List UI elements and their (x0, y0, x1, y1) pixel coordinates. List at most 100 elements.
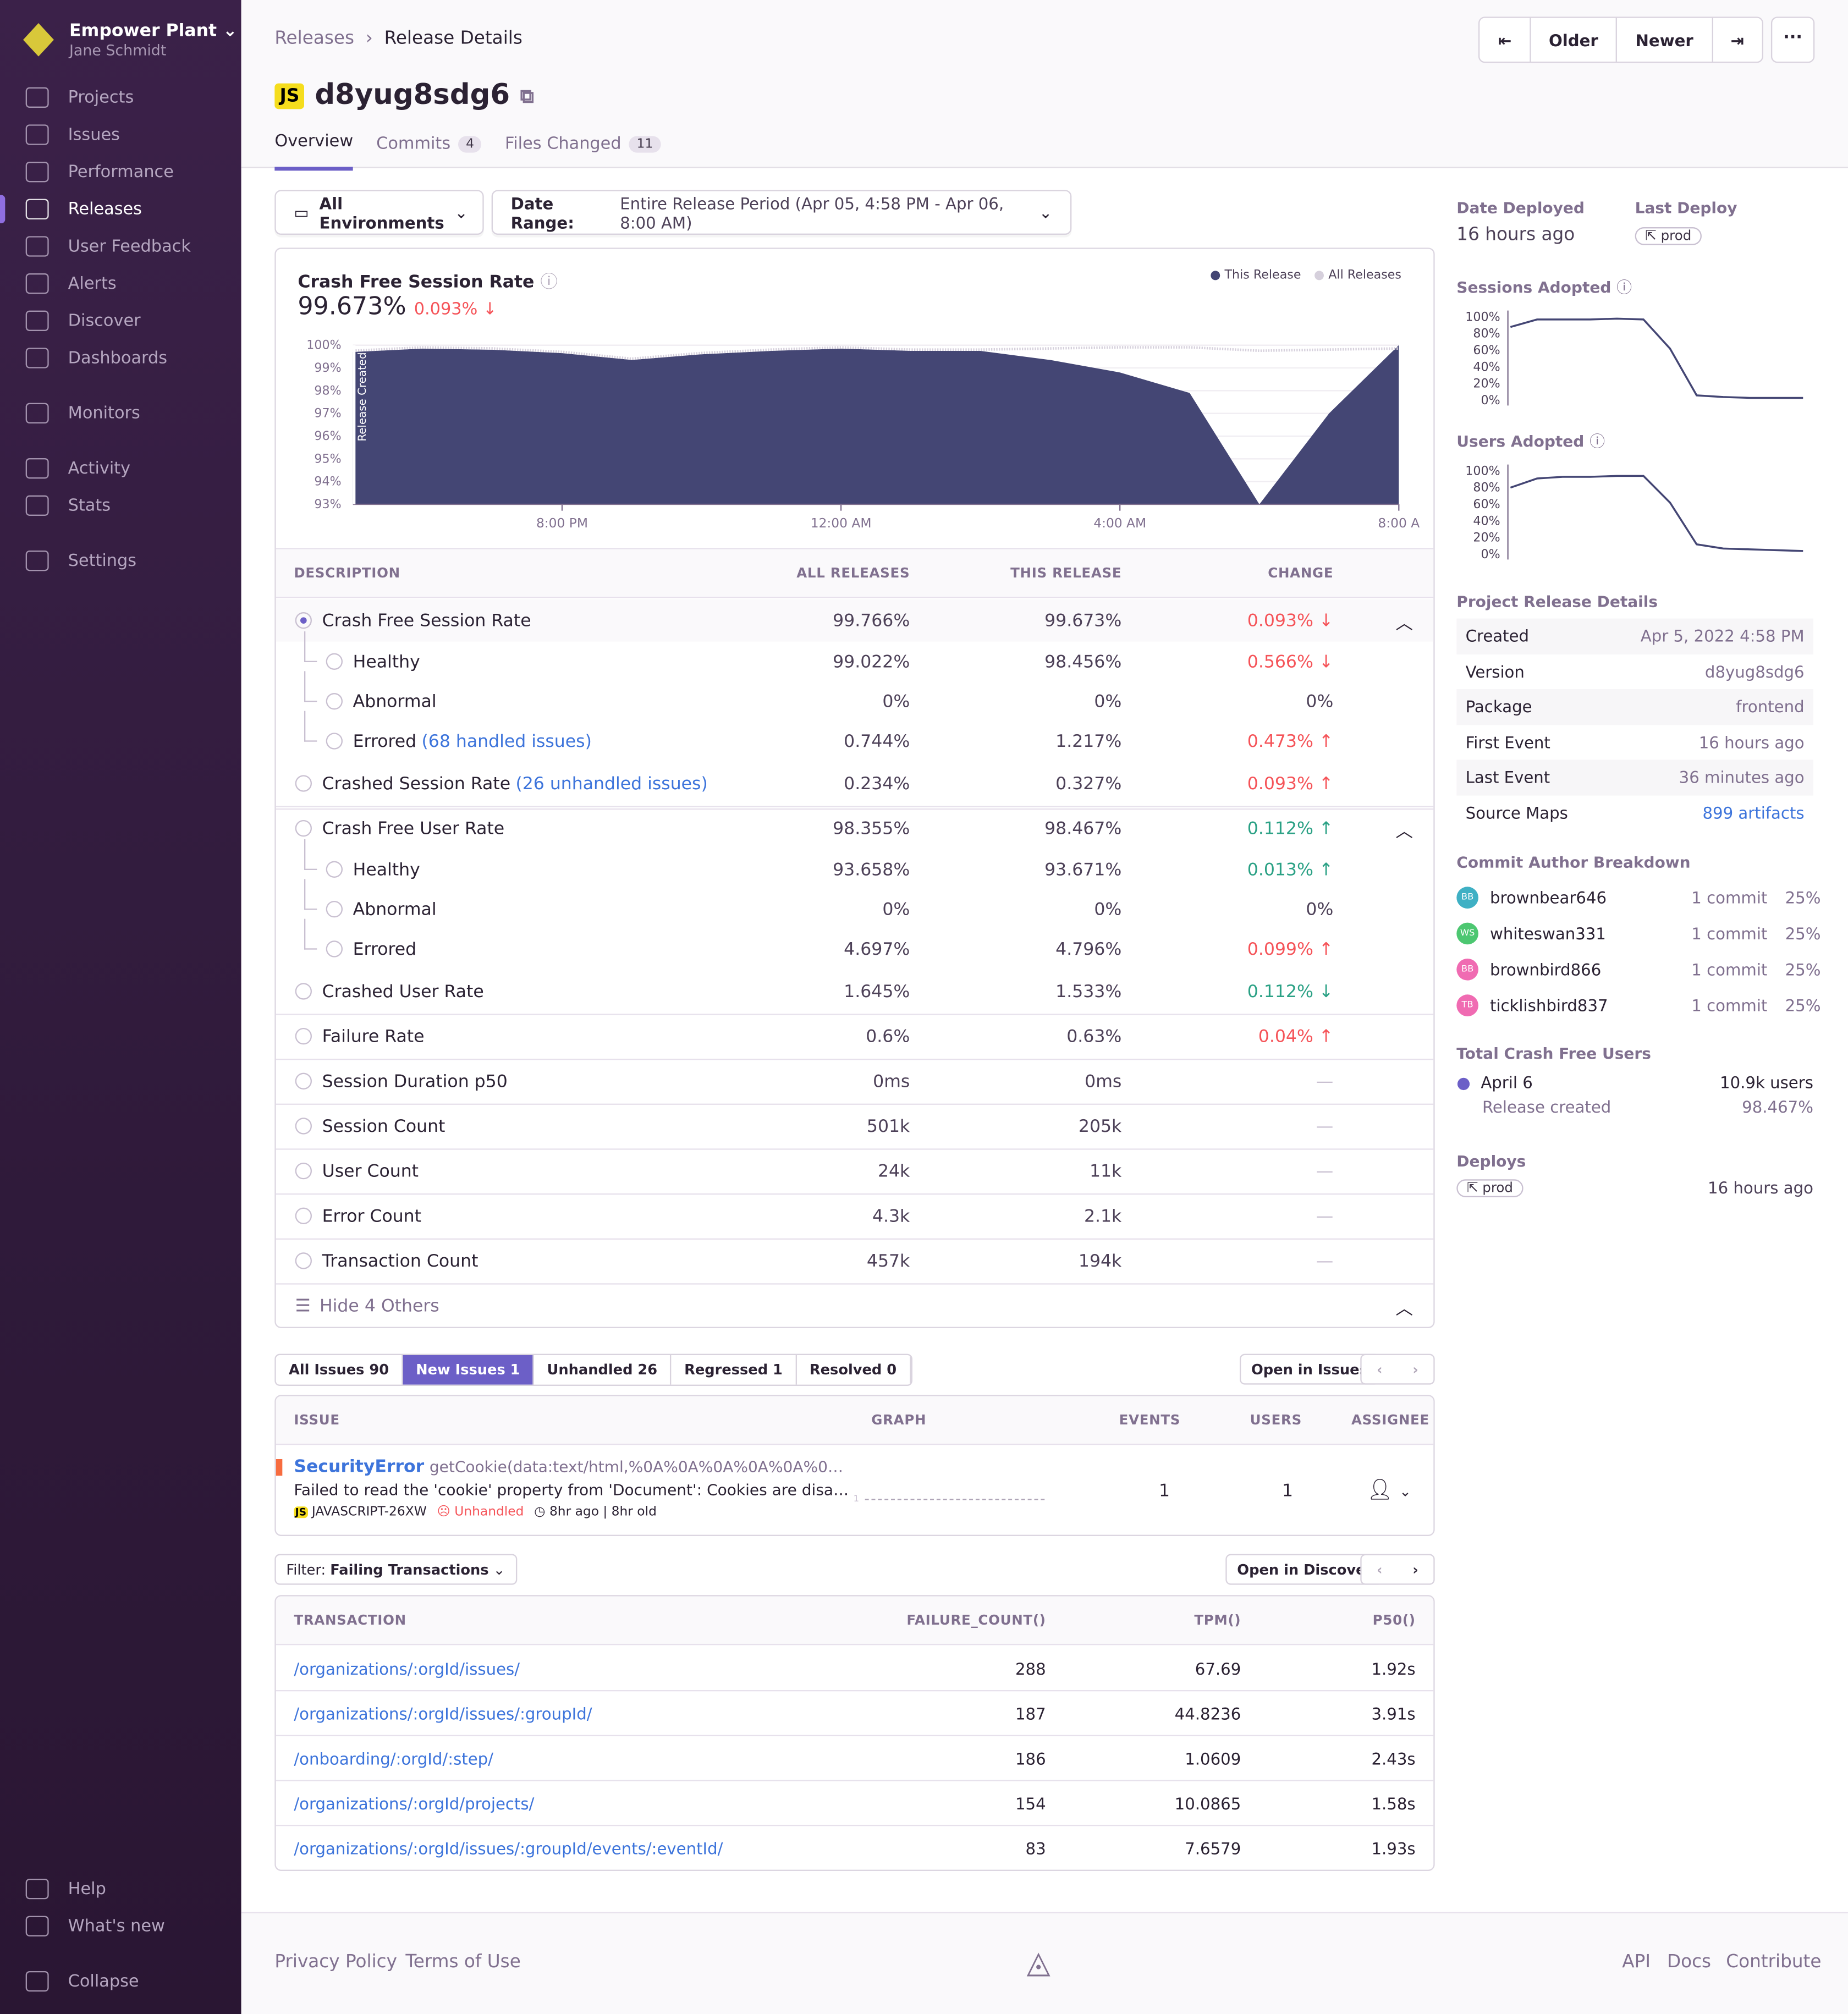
terms-link[interactable]: Terms of Use (405, 1952, 520, 1972)
last-deploy-env[interactable]: ⇱ prod (1635, 227, 1702, 245)
transaction-filter[interactable]: Filter: Failing Transactions ⌄ (274, 1554, 517, 1585)
sidebar-item-help[interactable]: Help (0, 1871, 241, 1907)
last-release-button[interactable]: ⇥ (1713, 18, 1762, 62)
sidebar-item-settings[interactable]: Settings (0, 543, 241, 579)
sidebar-item-collapse[interactable]: Collapse (0, 1963, 241, 1999)
detail-value[interactable]: 899 artifacts (1702, 803, 1804, 822)
org-switcher[interactable]: Empower Plant ⌄ Jane Schmidt (23, 20, 238, 59)
legend-this-release[interactable]: ● This Release (1210, 268, 1301, 283)
issue-tab-4[interactable]: Resolved 0 (797, 1355, 911, 1385)
transaction-link[interactable]: /onboarding/:orgId/:step/ (294, 1749, 493, 1768)
issue-tab-1[interactable]: New Issues 1 (403, 1355, 535, 1385)
issue-row[interactable]: SecurityError getCookie(data:text/html,%… (276, 1446, 1434, 1535)
sidebar-item-activity[interactable]: Activity (0, 450, 241, 486)
tab-commits[interactable]: Commits 4 (376, 132, 482, 170)
transactions-pagination[interactable]: ‹ › (1360, 1554, 1435, 1585)
metric-radio[interactable] (295, 1252, 312, 1269)
contribute-link[interactable]: Contribute (1726, 1952, 1821, 1972)
metric-row[interactable]: Abnormal 0% 0% 0% (276, 670, 1434, 721)
transaction-link[interactable]: /organizations/:orgId/issues/:groupId/ev… (294, 1839, 723, 1858)
older-button[interactable]: Older (1531, 18, 1618, 62)
prev-icon[interactable]: ‹ (1377, 1561, 1383, 1577)
issues-pagination[interactable]: ‹ › (1360, 1353, 1435, 1385)
transaction-link[interactable]: /organizations/:orgId/projects/ (294, 1794, 534, 1813)
transaction-link[interactable]: /organizations/:orgId/issues/:groupId/ (294, 1704, 592, 1724)
metric-radio[interactable] (295, 612, 312, 629)
sidebar-item-dashboards[interactable]: Dashboards (0, 340, 241, 376)
metric-radio[interactable] (326, 692, 343, 710)
metric-row[interactable]: Healthy 99.022% 98.456% 0.566% ↓ (276, 630, 1434, 681)
transaction-link[interactable]: /organizations/:orgId/issues/ (294, 1659, 520, 1679)
help-icon[interactable]: ⓘ (1590, 432, 1605, 450)
sidebar-item-monitors[interactable]: Monitors (0, 395, 241, 431)
metric-row[interactable]: Errored (68 handled issues) 0.744% 1.217% 0.… (276, 710, 1434, 761)
newer-button[interactable]: Newer (1618, 18, 1713, 62)
metric-row[interactable]: Healthy 93.658% 93.671% 0.013% ↑ (276, 838, 1434, 889)
metric-radio[interactable] (295, 1162, 312, 1180)
environment-selector[interactable]: ▭ All Environments ⌄ (274, 190, 484, 235)
issue-title[interactable]: SecurityError (294, 1456, 424, 1477)
metric-row[interactable]: Crashed Session Rate (26 unhandled issues… (276, 763, 1434, 803)
help-icon[interactable]: ⓘ (1616, 278, 1632, 296)
next-icon[interactable]: › (1412, 1561, 1418, 1577)
tab-overview[interactable]: Overview (274, 132, 354, 171)
metric-row[interactable]: Crash Free Session Rate 99.766% 99.673% 0.0… (276, 599, 1434, 642)
api-link[interactable]: API (1622, 1952, 1651, 1972)
sidebar-item-stats[interactable]: Stats (0, 488, 241, 524)
issue-tab-2[interactable]: Unhandled 26 (534, 1355, 672, 1385)
metric-row[interactable]: Transaction Count 457k 194k — (276, 1241, 1434, 1280)
metric-radio[interactable] (326, 861, 343, 878)
metric-radio[interactable] (295, 1207, 312, 1224)
deploy-env[interactable]: ⇱ prod (1456, 1179, 1524, 1197)
first-release-button[interactable]: ⇤ (1480, 18, 1531, 62)
sidebar-item-projects[interactable]: Projects (0, 80, 241, 115)
metric-row[interactable]: Crashed User Rate 1.645% 1.533% 0.112% ↓ (276, 971, 1434, 1011)
metric-issues-link[interactable]: (68 handled issues) (421, 731, 591, 751)
sidebar-item-issues[interactable]: Issues (0, 117, 241, 152)
prev-icon[interactable]: ‹ (1377, 1361, 1383, 1377)
metric-radio[interactable] (326, 733, 343, 750)
metric-row[interactable]: Failure Rate 0.6% 0.63% 0.04% ↑ (276, 1016, 1434, 1056)
metric-radio[interactable] (326, 900, 343, 918)
tab-files-changed[interactable]: Files Changed 11 (505, 132, 661, 170)
metric-row[interactable]: Session Duration p50 0ms 0ms — (276, 1061, 1434, 1101)
metric-radio[interactable] (295, 1027, 312, 1045)
assignee-selector[interactable]: 👤︎ ⌄ (1367, 1477, 1411, 1501)
privacy-policy-link[interactable]: Privacy Policy (274, 1952, 397, 1972)
copy-icon[interactable]: ⧉ (520, 84, 534, 107)
metric-radio[interactable] (295, 983, 312, 1000)
sidebar-item-discover[interactable]: Discover (0, 303, 241, 339)
help-icon[interactable]: ⓘ (540, 272, 557, 293)
sidebar-item-alerts[interactable]: Alerts (0, 266, 241, 301)
chevron-up-icon[interactable]: ︿ (1395, 816, 1412, 841)
last-deploy-label: Last Deploy (1635, 199, 1737, 217)
sidebar-item-user-feedback[interactable]: User Feedback (0, 228, 241, 264)
issue-tab-3[interactable]: Regressed 1 (672, 1355, 797, 1385)
date-range-selector[interactable]: Date Range: Entire Release Period (Apr 05… (491, 190, 1072, 235)
metric-row[interactable]: User Count 24k 11k — (276, 1151, 1434, 1191)
next-icon[interactable]: › (1412, 1361, 1418, 1377)
docs-link[interactable]: Docs (1667, 1952, 1711, 1972)
metric-issues-link[interactable]: (26 unhandled issues) (515, 773, 707, 794)
metric-radio[interactable] (295, 775, 312, 792)
legend-all-releases[interactable]: ● All Releases (1314, 268, 1401, 283)
metric-radio[interactable] (295, 1072, 312, 1089)
sidebar-item-what-s-new[interactable]: What's new (0, 1908, 241, 1944)
metric-row[interactable]: Errored 4.697% 4.796% 0.099% ↑ (276, 918, 1434, 969)
chevron-up-icon[interactable]: ︿ (1395, 608, 1412, 633)
issue-tab-0[interactable]: All Issues 90 (276, 1355, 403, 1385)
open-in-issues-button[interactable]: Open in Issues (1239, 1353, 1379, 1385)
metric-radio[interactable] (326, 940, 343, 958)
hide-others-toggle[interactable]: ☰ Hide 4 Others ︿ (276, 1286, 1434, 1325)
sidebar-item-performance[interactable]: Performance (0, 154, 241, 190)
metric-radio[interactable] (326, 653, 343, 670)
metric-radio[interactable] (295, 819, 312, 837)
breadcrumb-releases[interactable]: Releases (274, 28, 354, 48)
metric-row[interactable]: Abnormal 0% 0% 0% (276, 878, 1434, 929)
metric-row[interactable]: Crash Free User Rate 98.355% 98.467% 0.112%… (276, 808, 1434, 848)
metric-row[interactable]: Error Count 4.3k 2.1k — (276, 1196, 1434, 1236)
sidebar-item-releases[interactable]: Releases (0, 191, 241, 227)
more-actions-button[interactable]: ··· (1770, 16, 1815, 63)
metric-radio[interactable] (295, 1118, 312, 1135)
metric-row[interactable]: Session Count 501k 205k — (276, 1106, 1434, 1146)
